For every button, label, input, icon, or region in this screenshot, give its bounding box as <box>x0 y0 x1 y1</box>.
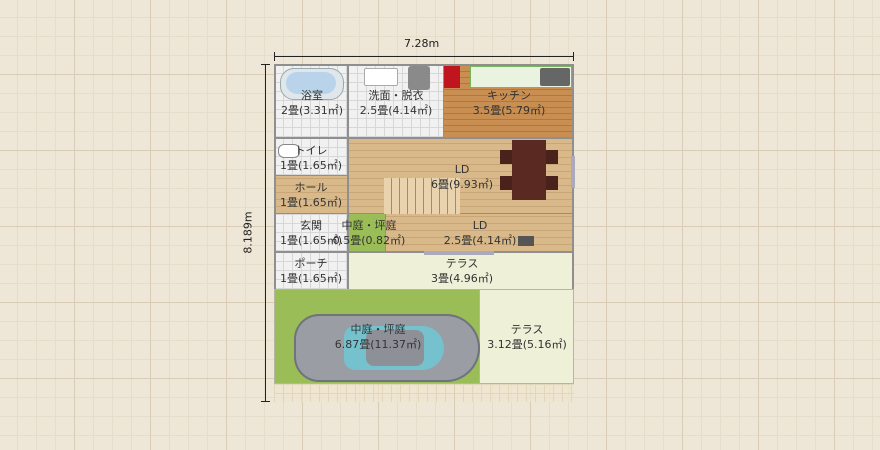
room-label-courtyard-small: 中庭・坪庭 0.5畳(0.82㎡) <box>332 218 406 248</box>
room-label-terrace-right: テラス 3.12畳(5.16㎡) <box>480 322 574 352</box>
outer-line-bottom <box>274 383 574 384</box>
red-appliance-icon <box>444 66 460 88</box>
room-size: 1畳(1.65㎡) <box>279 159 343 172</box>
window-right <box>571 156 575 188</box>
height-dimension-tick-bottom <box>261 401 270 402</box>
width-dimension-tick-left <box>274 52 275 61</box>
room-label-terrace-mid: テラス 3畳(4.96㎡) <box>404 256 520 286</box>
room-label-wash: 洗面・脱衣 2.5畳(4.14㎡) <box>348 88 444 118</box>
height-dimension-tick-top <box>261 64 270 65</box>
room-size: 2.5畳(4.14㎡) <box>359 104 433 117</box>
height-dimension-line <box>265 64 266 402</box>
room-name: テラス <box>445 257 479 270</box>
room-name: 浴室 <box>301 89 323 102</box>
room-name: 洗面・脱衣 <box>368 89 424 102</box>
wall-row1 <box>274 137 574 139</box>
room-name: トイレ <box>294 144 328 157</box>
wall-toilet-hall <box>274 175 348 176</box>
room-label-bath: 浴室 2畳(3.31㎡) <box>272 88 352 118</box>
room-size: 3.5畳(5.79㎡) <box>472 104 546 117</box>
stove-icon <box>540 68 570 86</box>
room-label-courtyard-large: 中庭・坪庭 6.87畳(11.37㎡) <box>318 322 438 352</box>
room-name: LD <box>454 163 470 176</box>
room-label-ld-upper: LD 6畳(9.93㎡) <box>404 162 520 192</box>
room-size: 1畳(1.65㎡) <box>279 196 343 209</box>
room-name: ポーチ <box>294 257 328 270</box>
sink-icon <box>364 68 398 86</box>
room-name: 中庭・坪庭 <box>350 323 406 336</box>
width-dimension-tick-right <box>573 52 574 61</box>
room-size: 2畳(3.31㎡) <box>280 104 344 117</box>
room-name: テラス <box>510 323 544 336</box>
room-name: ホール <box>294 181 328 194</box>
height-dimension-label: 8.189m <box>241 211 255 254</box>
dining-chair-4 <box>546 176 558 190</box>
room-size: 3.12畳(5.16㎡) <box>487 338 567 351</box>
room-name: キッチン <box>487 89 531 102</box>
room-size: 0.5畳(0.82㎡) <box>332 234 406 247</box>
outer-line-lower-left <box>274 290 275 384</box>
foundation-strip <box>274 384 574 402</box>
room-label-kitchen: キッチン 3.5畳(5.79㎡) <box>444 88 574 118</box>
room-label-ld-lower: LD 2.5畳(4.14㎡) <box>424 218 536 248</box>
room-size: 6畳(9.93㎡) <box>430 178 494 191</box>
room-name: LD <box>472 219 488 232</box>
dining-chair-3 <box>546 150 558 164</box>
window-terrace <box>424 251 494 255</box>
room-name: 中庭・坪庭 <box>341 219 397 232</box>
room-label-toilet: トイレ 1畳(1.65㎡) <box>274 143 348 173</box>
room-size: 2.5畳(4.14㎡) <box>443 234 517 247</box>
washing-machine-icon <box>408 66 430 90</box>
floor-plan: 浴室 2畳(3.31㎡) 洗面・脱衣 2.5畳(4.14㎡) キッチン 3.5畳(5.… <box>272 64 575 402</box>
room-label-hall: ホール 1畳(1.65㎡) <box>274 180 348 210</box>
width-dimension-line <box>274 56 574 57</box>
outer-line-lower <box>274 289 574 290</box>
room-size: 6.87畳(11.37㎡) <box>334 338 422 351</box>
width-dimension-label: 7.28m <box>404 37 440 50</box>
room-size: 1畳(1.65㎡) <box>279 272 343 285</box>
room-size: 3畳(4.96㎡) <box>430 272 494 285</box>
room-label-porch: ポーチ 1畳(1.65㎡) <box>274 256 348 286</box>
